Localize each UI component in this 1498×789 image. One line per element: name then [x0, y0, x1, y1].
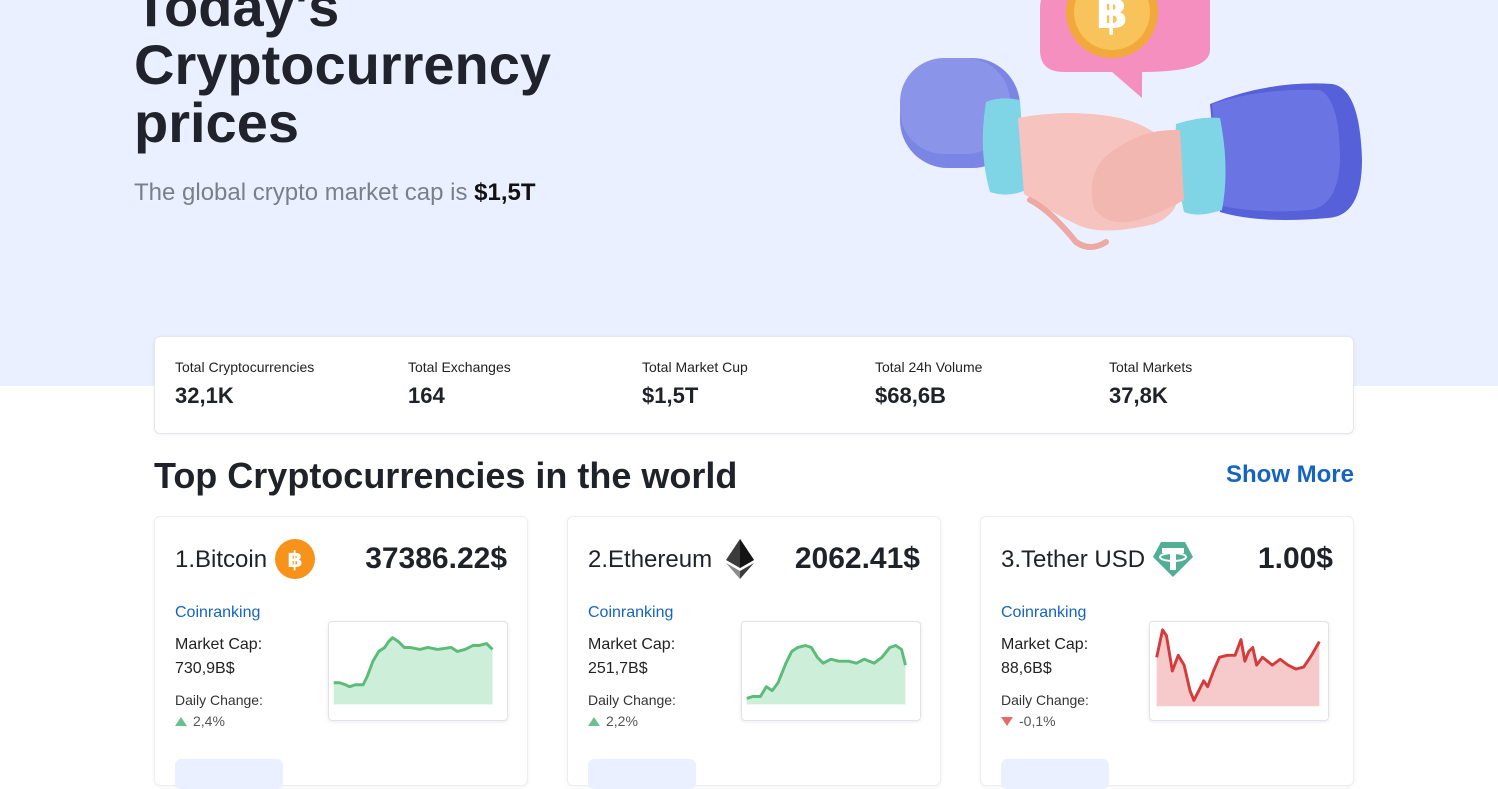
coinranking-link[interactable]: Coinranking — [1001, 604, 1086, 622]
hero-subtitle-text: The global crypto market cap is — [134, 179, 468, 206]
stat-value: $68,6B — [875, 383, 946, 408]
card-action-button[interactable] — [1001, 759, 1109, 789]
coinranking-link[interactable]: Coinranking — [588, 604, 673, 622]
sparkline-area — [746, 645, 906, 705]
daily-change-percent: 2,4% — [193, 713, 225, 729]
trend-down-icon — [1001, 716, 1013, 726]
show-more-link[interactable]: Show More — [1226, 461, 1354, 489]
handshake-illustration: ฿ — [900, 0, 1362, 250]
crypto-card-ethereum[interactable]: 2.Ethereum 2062.41$ Coinranking Market C… — [567, 516, 941, 789]
stat-value: $1,5T — [642, 383, 699, 408]
stat-total-exchanges: Total Exchanges 164 — [408, 359, 511, 409]
market-cap-value: 730,9B$ — [175, 660, 235, 677]
sparkline-chart — [328, 621, 508, 721]
stat-value: 164 — [408, 383, 445, 408]
tether-icon — [1153, 542, 1193, 577]
stat-label: Total Market Cup — [642, 359, 748, 375]
daily-change-label: Daily Change: — [588, 692, 676, 708]
card-action-button[interactable] — [175, 759, 283, 789]
stat-label: Total Exchanges — [408, 359, 511, 375]
daily-change-value: 2,2% — [588, 713, 638, 729]
crypto-card-bitcoin[interactable]: 1.Bitcoin ฿ 37386.22$ Coinranking Market… — [154, 516, 528, 789]
market-cap-value: 88,6B$ — [1001, 660, 1052, 677]
coin-name: 3.Tether USD — [1001, 546, 1146, 573]
ethereum-icon — [726, 539, 754, 579]
stat-total-cryptocurrencies: Total Cryptocurrencies 32,1K — [175, 359, 314, 409]
daily-change-label: Daily Change: — [175, 692, 263, 708]
section-title: Top Cryptocurrencies in the world — [154, 455, 738, 496]
coinranking-link[interactable]: Coinranking — [175, 604, 260, 622]
sparkline-chart — [1149, 621, 1329, 721]
coin-price: 2062.41$ — [794, 542, 920, 575]
market-cap-label: Market Cap: — [175, 636, 263, 653]
market-cap-label: Market Cap: — [1001, 636, 1089, 653]
stat-label: Total Cryptocurrencies — [175, 359, 315, 375]
hero-market-cap-value: $1,5T — [474, 179, 536, 206]
market-cap-label: Market Cap: — [588, 636, 676, 653]
coin-name: 1.Bitcoin — [175, 546, 268, 573]
global-stats-panel: Total Cryptocurrencies 32,1K Total Excha… — [154, 336, 1354, 434]
stat-value: 37,8K — [1109, 383, 1168, 408]
hero-title: Today's Cryptocurrency prices — [134, 0, 551, 152]
card-action-button[interactable] — [588, 759, 696, 789]
bitcoin-icon: ฿ — [275, 539, 315, 579]
stat-total-market-cap: Total Market Cup $1,5T — [642, 359, 748, 409]
hero-title-line2: Cryptocurrency — [134, 33, 552, 96]
hero-subtitle: The global crypto market cap is $1,5T — [134, 179, 536, 207]
svg-text:฿: ฿ — [287, 548, 302, 573]
coin-price: 37386.22$ — [365, 542, 507, 575]
hero-title-line3: prices — [134, 91, 299, 154]
coin-price: 1.00$ — [1257, 542, 1333, 575]
hero-section: Today's Cryptocurrency prices The global… — [0, 0, 1498, 386]
daily-change-label: Daily Change: — [1001, 692, 1089, 708]
daily-change-value: -0,1% — [1001, 713, 1056, 729]
right-hand-icon — [1091, 83, 1362, 223]
sparkline-chart — [741, 621, 921, 721]
speech-bubble-icon: ฿ — [1040, 0, 1210, 98]
daily-change-percent: -0,1% — [1019, 713, 1056, 729]
svg-text:฿: ฿ — [1096, 0, 1128, 39]
stat-total-24h-volume: Total 24h Volume $68,6B — [875, 359, 982, 409]
daily-change-percent: 2,2% — [606, 713, 638, 729]
market-cap-value: 251,7B$ — [588, 660, 648, 677]
coin-name: 2.Ethereum — [588, 546, 713, 573]
stat-total-markets: Total Markets 37,8K — [1109, 359, 1192, 409]
crypto-card-tether[interactable]: 3.Tether USD 1.00$ Coinranking Market Ca… — [980, 516, 1354, 789]
trend-up-icon — [588, 716, 600, 726]
stat-label: Total 24h Volume — [875, 359, 983, 375]
daily-change-value: 2,4% — [175, 713, 225, 729]
stat-value: 32,1K — [175, 383, 234, 408]
stat-label: Total Markets — [1109, 359, 1193, 375]
trend-up-icon — [175, 716, 187, 726]
